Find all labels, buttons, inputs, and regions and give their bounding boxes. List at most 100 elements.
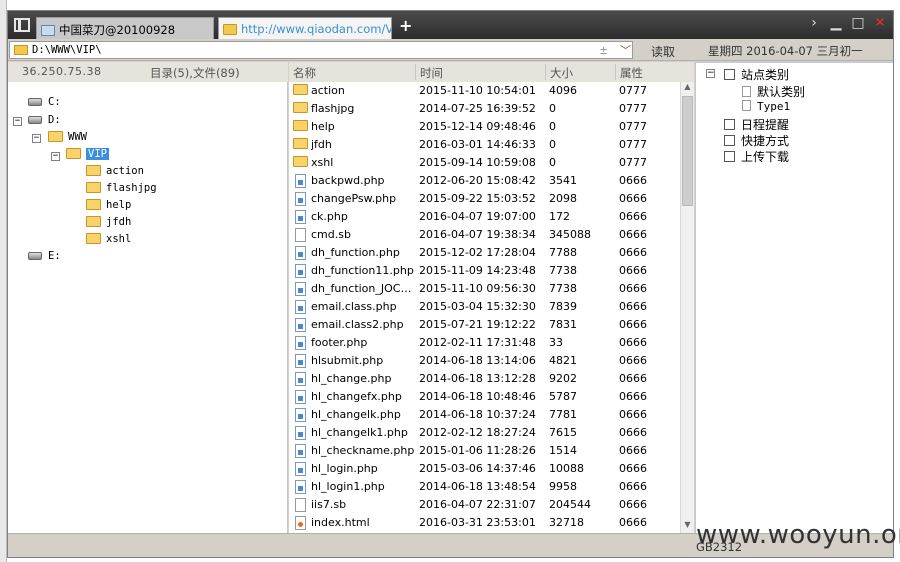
type1-label: Type1: [757, 100, 791, 113]
file-name: hl_change.php: [311, 372, 392, 385]
table-row[interactable]: changePsw.php 2015-09-22 15:03:52 2098 0666: [289, 190, 679, 208]
file-time: 2015-01-06 11:28:26: [419, 444, 536, 457]
site-category-item[interactable]: 站点类别: [724, 66, 789, 83]
file-time: 2015-11-09 14:23:48: [419, 264, 536, 277]
table-row[interactable]: cmd.sb 2016-04-07 19:38:34 345088 0666: [289, 226, 679, 244]
table-row[interactable]: dh_function.php 2015-12-02 17:28:04 7788 06…: [289, 244, 679, 262]
tree-drive-e[interactable]: E:: [28, 250, 61, 266]
type1-item[interactable]: Type1: [742, 100, 790, 113]
file-time: 2012-06-20 15:08:42: [419, 174, 536, 187]
folder-icon: [293, 156, 308, 167]
table-row[interactable]: dh_function11.php 2015-11-09 14:23:48 7738…: [289, 262, 679, 280]
table-row[interactable]: email.class2.php 2015-07-21 19:12:22 7831 0…: [289, 316, 679, 334]
shortcut-item[interactable]: 快捷方式: [724, 132, 789, 149]
table-row[interactable]: email.class.php 2015-03-04 15:32:30 7839 06…: [289, 298, 679, 316]
tree-drive-c[interactable]: C:: [28, 96, 61, 112]
file-time: 2014-06-18 10:37:24: [419, 408, 536, 421]
path-input[interactable]: D:\WWW\VIP\ ± ﹀: [9, 41, 633, 59]
file-size: 7615: [549, 426, 577, 439]
column-divider[interactable]: [415, 64, 416, 80]
tree-label: C:: [48, 96, 61, 108]
tree-folder-flashjpg[interactable]: flashjpg: [86, 182, 157, 198]
tab-site[interactable]: http://www.qiaodan.com/VIP...: [218, 17, 392, 39]
file-size: 204544: [549, 498, 591, 511]
file-time: 2015-03-06 14:37:46: [419, 462, 536, 475]
table-row[interactable]: hlsubmit.php 2014-06-18 13:14:06 4821 0666: [289, 352, 679, 370]
col-time-header[interactable]: 时间: [420, 65, 443, 81]
php-file-icon: [295, 408, 306, 422]
read-button[interactable]: 读取: [638, 41, 688, 59]
new-tab-button[interactable]: +: [399, 16, 412, 35]
minimize-icon[interactable]: ▁: [829, 15, 843, 31]
collapse-toggle[interactable]: −: [706, 69, 715, 78]
table-row[interactable]: dh_function_JOCH.... 2015-11-10 09:56:30 7…: [289, 280, 679, 298]
tree-folder-xshl[interactable]: xshl: [86, 233, 131, 249]
col-attr-header[interactable]: 属性: [620, 65, 643, 81]
table-row[interactable]: action 2015-11-10 10:54:01 4096 0777: [289, 82, 679, 100]
table-row[interactable]: hl_checkname.php 2015-01-06 11:28:26 1514 0…: [289, 442, 679, 460]
column-divider[interactable]: [615, 64, 616, 80]
col-name-header[interactable]: 名称: [293, 65, 316, 81]
column-divider[interactable]: [545, 64, 546, 80]
address-bar: D:\WWW\VIP\ ± ﹀ 读取 星期四 2016-04-07 三月初一: [8, 39, 893, 61]
col-size-header[interactable]: 大小: [550, 65, 573, 81]
default-category-label: 默认类别: [757, 85, 806, 99]
file-name: hl_changefx.php: [311, 390, 402, 403]
file-list-scrollbar[interactable]: ▲ ▼: [680, 82, 694, 533]
file-attr: 0666: [619, 462, 647, 475]
php-file-icon: [295, 372, 306, 386]
php-file-icon: [295, 300, 306, 314]
file-attr: 0666: [619, 426, 647, 439]
app-menu-icon[interactable]: [14, 18, 30, 32]
tree-folder-help[interactable]: help: [86, 199, 131, 215]
default-category-item[interactable]: 默认类别: [742, 83, 805, 100]
site-category-label: 站点类别: [741, 68, 790, 82]
tree-folder-jfdh[interactable]: jfdh: [86, 216, 131, 232]
file-name: hl_checkname.php: [311, 444, 415, 457]
table-row[interactable]: xshl 2015-09-14 10:59:08 0 0777: [289, 154, 679, 172]
tree-folder-www[interactable]: WWW: [48, 131, 87, 147]
table-row[interactable]: iis7.sb 2016-04-07 22:31:07 204544 0666: [289, 496, 679, 514]
bookmark-icon[interactable]: ±: [600, 43, 607, 57]
close-icon[interactable]: ✕: [873, 15, 887, 31]
scroll-up-icon[interactable]: ▲: [681, 82, 694, 95]
table-row[interactable]: jfdh 2016-03-01 14:46:33 0 0777: [289, 136, 679, 154]
tree-label-selected: VIP: [86, 148, 109, 160]
upload-download-item[interactable]: 上传下载: [724, 148, 789, 165]
table-row[interactable]: hl_changelk1.php 2012-02-12 18:27:24 7615 0…: [289, 424, 679, 442]
file-list-header: 名称 时间 大小 属性: [289, 62, 694, 82]
maximize-icon[interactable]: □: [851, 15, 865, 31]
table-row[interactable]: backpwd.php 2012-06-20 15:08:42 3541 0666: [289, 172, 679, 190]
php-file-icon: [295, 444, 306, 458]
chevron-down-icon[interactable]: ﹀: [620, 42, 631, 58]
table-row[interactable]: hl_login1.php 2014-06-18 13:48:54 9958 0666: [289, 478, 679, 496]
tree-folder-vip[interactable]: VIP: [66, 148, 109, 164]
table-row[interactable]: hl_change.php 2014-06-18 13:12:28 9202 0666: [289, 370, 679, 388]
file-name: email.class2.php: [311, 318, 404, 331]
table-row[interactable]: hl_changefx.php 2014-06-18 10:48:46 5787 06…: [289, 388, 679, 406]
table-row[interactable]: index.html 2016-03-31 23:53:01 32718 0666: [289, 514, 679, 532]
table-row[interactable]: help 2015-12-14 09:48:46 0 0777: [289, 118, 679, 136]
file-name: email.class.php: [311, 300, 397, 313]
file-name: flashjpg: [311, 102, 355, 115]
table-row[interactable]: flashjpg 2014-07-25 16:39:52 0 0777: [289, 100, 679, 118]
scroll-down-icon[interactable]: ▼: [681, 520, 694, 533]
tree-drive-d[interactable]: D:: [28, 114, 61, 130]
file-name: xshl: [311, 156, 334, 169]
table-row[interactable]: hl_changelk.php 2014-06-18 10:37:24 7781 06…: [289, 406, 679, 424]
collapse-toggle[interactable]: −: [32, 134, 41, 143]
table-row[interactable]: footer.php 2012-02-11 17:31:48 33 0666: [289, 334, 679, 352]
tab-home[interactable]: 中国菜刀@20100928: [36, 17, 214, 39]
table-row[interactable]: ck.php 2016-04-07 19:07:00 172 0666: [289, 208, 679, 226]
scroll-thumb[interactable]: [682, 96, 693, 206]
php-file-icon: [295, 390, 306, 404]
file-time: 2014-06-18 10:48:46: [419, 390, 536, 403]
table-row[interactable]: hl_login.php 2015-03-06 14:37:46 10088 0666: [289, 460, 679, 478]
collapse-toggle[interactable]: −: [51, 152, 60, 161]
file-size: 4821: [549, 354, 577, 367]
file-time: 2015-03-04 15:32:30: [419, 300, 536, 313]
schedule-item[interactable]: 日程提醒: [724, 116, 789, 133]
tree-folder-action[interactable]: action: [86, 165, 144, 181]
chevron-right-icon[interactable]: ›: [807, 15, 821, 31]
collapse-toggle[interactable]: −: [13, 117, 22, 126]
